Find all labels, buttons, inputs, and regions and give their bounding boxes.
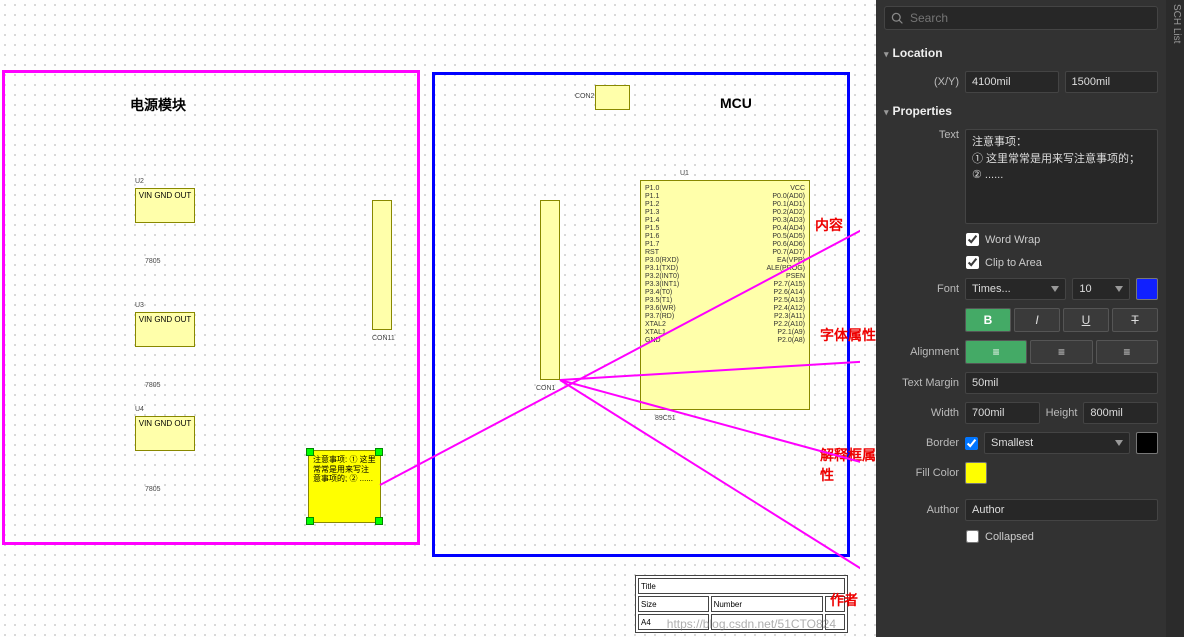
- border-style-select[interactable]: Smallest: [984, 432, 1130, 454]
- text-frame-selected[interactable]: 注意事项: ① 这里常常是用来写注意事项的; ② ......: [308, 450, 381, 523]
- annot-content: 内容: [815, 215, 843, 235]
- mcu-pins-left: P1.0P1.1P1.2P1.3P1.4P1.5P1.6P1.7RSTP3.0(…: [645, 185, 679, 405]
- mcu-chip: P1.0P1.1P1.2P1.3P1.4P1.5P1.6P1.7RSTP3.0(…: [640, 180, 810, 410]
- text-input[interactable]: 注意事项： ① 这里常常是用来写注意事项的； ② ......: [965, 129, 1158, 224]
- margin-input[interactable]: [965, 372, 1158, 394]
- height-label: Height: [1046, 407, 1078, 419]
- search-field[interactable]: [884, 6, 1158, 30]
- wordwrap-check[interactable]: Word Wrap: [966, 233, 1158, 246]
- connector-j1: [595, 85, 630, 110]
- section-location[interactable]: Location: [884, 40, 1158, 66]
- bold-button[interactable]: B: [965, 308, 1011, 332]
- vreg-u2: VIN GND OUT: [135, 188, 195, 223]
- font-color-swatch[interactable]: [1136, 278, 1158, 300]
- side-tab[interactable]: SCH List: [1166, 0, 1184, 637]
- section-properties[interactable]: Properties: [884, 98, 1158, 124]
- annot-frame: 解释框属性: [820, 445, 876, 485]
- search-input[interactable]: [910, 11, 1151, 25]
- width-label: Width: [884, 407, 959, 419]
- border-color-swatch[interactable]: [1136, 432, 1158, 454]
- font-size-select[interactable]: 10: [1072, 278, 1130, 300]
- align-label: Alignment: [884, 346, 959, 358]
- fill-color-swatch[interactable]: [965, 462, 987, 484]
- search-icon: [891, 12, 904, 25]
- schematic-canvas[interactable]: 电源模块 MCU VIN GND OUT U2 7805 VIN GND OUT…: [0, 0, 876, 637]
- vreg-u4: VIN GND OUT: [135, 416, 195, 451]
- collapsed-check[interactable]: Collapsed: [966, 530, 1158, 543]
- font-family-select[interactable]: Times...: [965, 278, 1066, 300]
- watermark: https://blog.csdn.net/51CTO824: [667, 617, 836, 631]
- xy-label: (X/Y): [884, 76, 959, 88]
- annot-font: 字体属性: [820, 325, 876, 345]
- underline-button[interactable]: U: [1063, 308, 1109, 332]
- margin-label: Text Margin: [884, 377, 959, 389]
- height-input[interactable]: [1083, 402, 1158, 424]
- connector-j4: [540, 200, 560, 380]
- connector-j3: [372, 200, 392, 330]
- mcu-title: MCU: [720, 95, 752, 111]
- annot-author: 作者: [830, 590, 858, 610]
- author-label: Author: [884, 504, 959, 516]
- author-input[interactable]: [965, 499, 1158, 521]
- power-module-title: 电源模块: [130, 95, 186, 115]
- align-right-button[interactable]: ≡: [1096, 340, 1158, 364]
- mcu-pins-right: VCCP0.0(AD0)P0.1(AD1)P0.2(AD2)P0.3(AD3)P…: [766, 185, 805, 405]
- clip-check[interactable]: Clip to Area: [966, 256, 1158, 269]
- border-check[interactable]: [965, 437, 978, 450]
- border-label: Border: [884, 437, 959, 449]
- vreg-u3: VIN GND OUT: [135, 312, 195, 347]
- fill-label: Fill Color: [884, 467, 959, 479]
- width-input[interactable]: [965, 402, 1040, 424]
- text-label: Text: [884, 129, 959, 141]
- font-label: Font: [884, 283, 959, 295]
- strike-button[interactable]: T: [1112, 308, 1158, 332]
- properties-panel: Location (X/Y) Properties Text 注意事项： ① 这…: [876, 0, 1166, 637]
- align-left-button[interactable]: ≡: [965, 340, 1027, 364]
- italic-button[interactable]: I: [1014, 308, 1060, 332]
- y-input[interactable]: [1065, 71, 1159, 93]
- x-input[interactable]: [965, 71, 1059, 93]
- align-center-button[interactable]: ≡: [1030, 340, 1092, 364]
